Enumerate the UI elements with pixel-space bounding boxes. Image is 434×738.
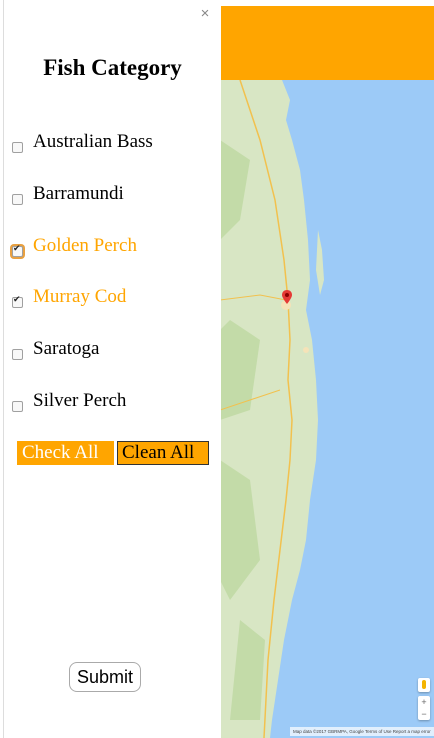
list-item[interactable]: Australian Bass — [4, 128, 221, 158]
fish-label[interactable]: Golden Perch — [33, 235, 137, 257]
street-view-pegman-icon[interactable] — [418, 678, 430, 692]
clean-all-button[interactable]: Clean All — [117, 441, 209, 465]
checkbox[interactable] — [12, 194, 23, 205]
fish-label[interactable]: Australian Bass — [33, 131, 153, 153]
zoom-in-button[interactable]: + — [418, 696, 430, 708]
list-item[interactable]: Barramundi — [4, 180, 221, 210]
header-bar — [220, 6, 434, 80]
fish-label[interactable]: Saratoga — [33, 338, 99, 360]
fish-label[interactable]: Barramundi — [33, 183, 124, 205]
list-item[interactable]: Murray Cod — [4, 283, 221, 313]
submit-button[interactable]: Submit — [69, 662, 141, 692]
checkbox[interactable] — [12, 244, 23, 257]
close-icon[interactable]: × — [198, 6, 212, 22]
list-item[interactable]: Silver Perch — [4, 387, 221, 417]
location-marker-icon[interactable] — [282, 290, 292, 304]
fish-label[interactable]: Murray Cod — [33, 286, 126, 308]
fish-category-panel: × Fish Category Australian Bass Barramun… — [3, 0, 221, 738]
zoom-controls: + − — [418, 696, 430, 720]
checkbox[interactable] — [12, 142, 23, 153]
checkbox[interactable] — [12, 295, 23, 308]
list-item[interactable]: Saratoga — [4, 335, 221, 365]
fish-label[interactable]: Silver Perch — [33, 390, 126, 412]
map-attribution: Map data ©2017 GBRMPA, Google Terms of U… — [290, 727, 434, 736]
checkbox[interactable] — [12, 349, 23, 360]
zoom-out-button[interactable]: − — [418, 708, 430, 720]
map-view[interactable]: + − Map data ©2017 GBRMPA, Google Terms … — [220, 80, 434, 738]
checkbox[interactable] — [12, 401, 23, 412]
panel-title: Fish Category — [43, 55, 182, 80]
list-item[interactable]: Golden Perch — [4, 232, 221, 262]
check-all-button[interactable]: Check All — [17, 441, 114, 465]
map-canvas — [220, 80, 324, 738]
